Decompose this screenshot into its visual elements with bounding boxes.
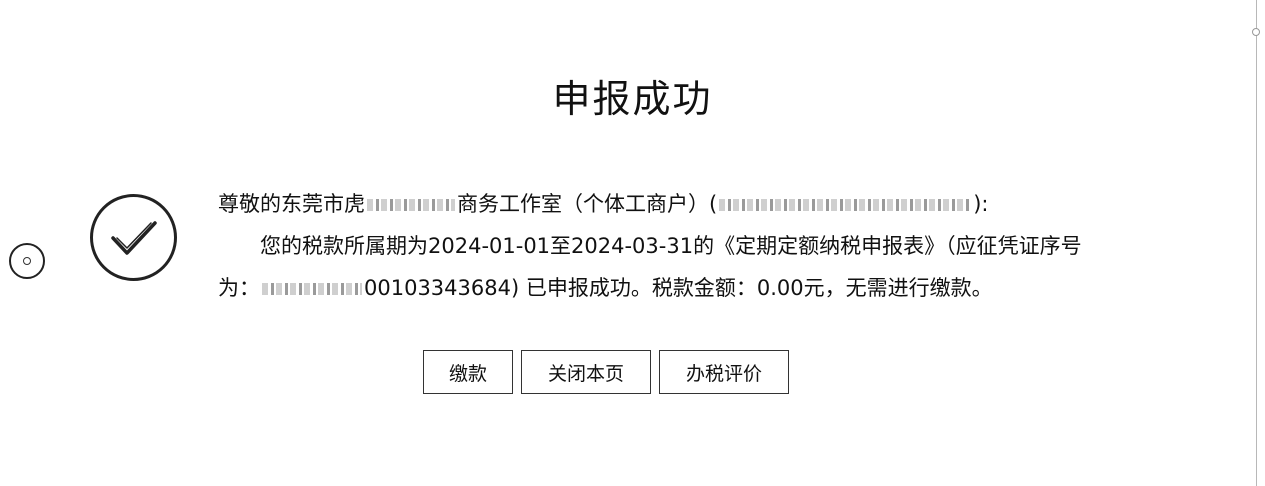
redacted-name: [367, 199, 455, 211]
message-line-3: 为： 00103343684) 已申报成功。税款金额：0.00元，无需进行缴款。: [218, 267, 1148, 309]
scroll-marker: [1252, 28, 1260, 36]
taxpayer-name-suffix: 商务工作室（个体工商户）(: [457, 192, 718, 216]
close-page-button[interactable]: 关闭本页: [521, 350, 651, 394]
redacted-tax-id: [719, 199, 972, 211]
message-line-1-end: ):: [973, 192, 989, 216]
redacted-serial: [262, 283, 362, 295]
serial-visible: 00103343684: [364, 276, 511, 300]
taxpayer-name-prefix: 尊敬的东莞市虎: [218, 192, 365, 216]
declaration-message: 尊敬的东莞市虎 商务工作室（个体工商户）(): 您的税款所属期为2024-01-0…: [218, 183, 1148, 309]
message-line-1: 尊敬的东莞市虎 商务工作室（个体工商户）():: [218, 183, 1148, 225]
message-line-2: 您的税款所属期为2024-01-01至2024-03-31的《定期定额纳税申报表…: [260, 234, 1082, 258]
rate-service-button[interactable]: 办税评价: [659, 350, 789, 394]
result-text: ) 已申报成功。税款金额：0.00元，无需进行缴款。: [510, 276, 993, 300]
check-circle-icon: [90, 194, 177, 281]
action-buttons: 缴款 关闭本页 办税评价: [423, 350, 789, 394]
page-title: 申报成功: [552, 77, 713, 121]
serial-label: 为：: [218, 276, 260, 300]
side-float-button[interactable]: [9, 243, 45, 279]
pay-button[interactable]: 缴款: [423, 350, 513, 394]
window-right-edge: [1256, 0, 1257, 486]
record-badge-icon: [23, 257, 31, 265]
